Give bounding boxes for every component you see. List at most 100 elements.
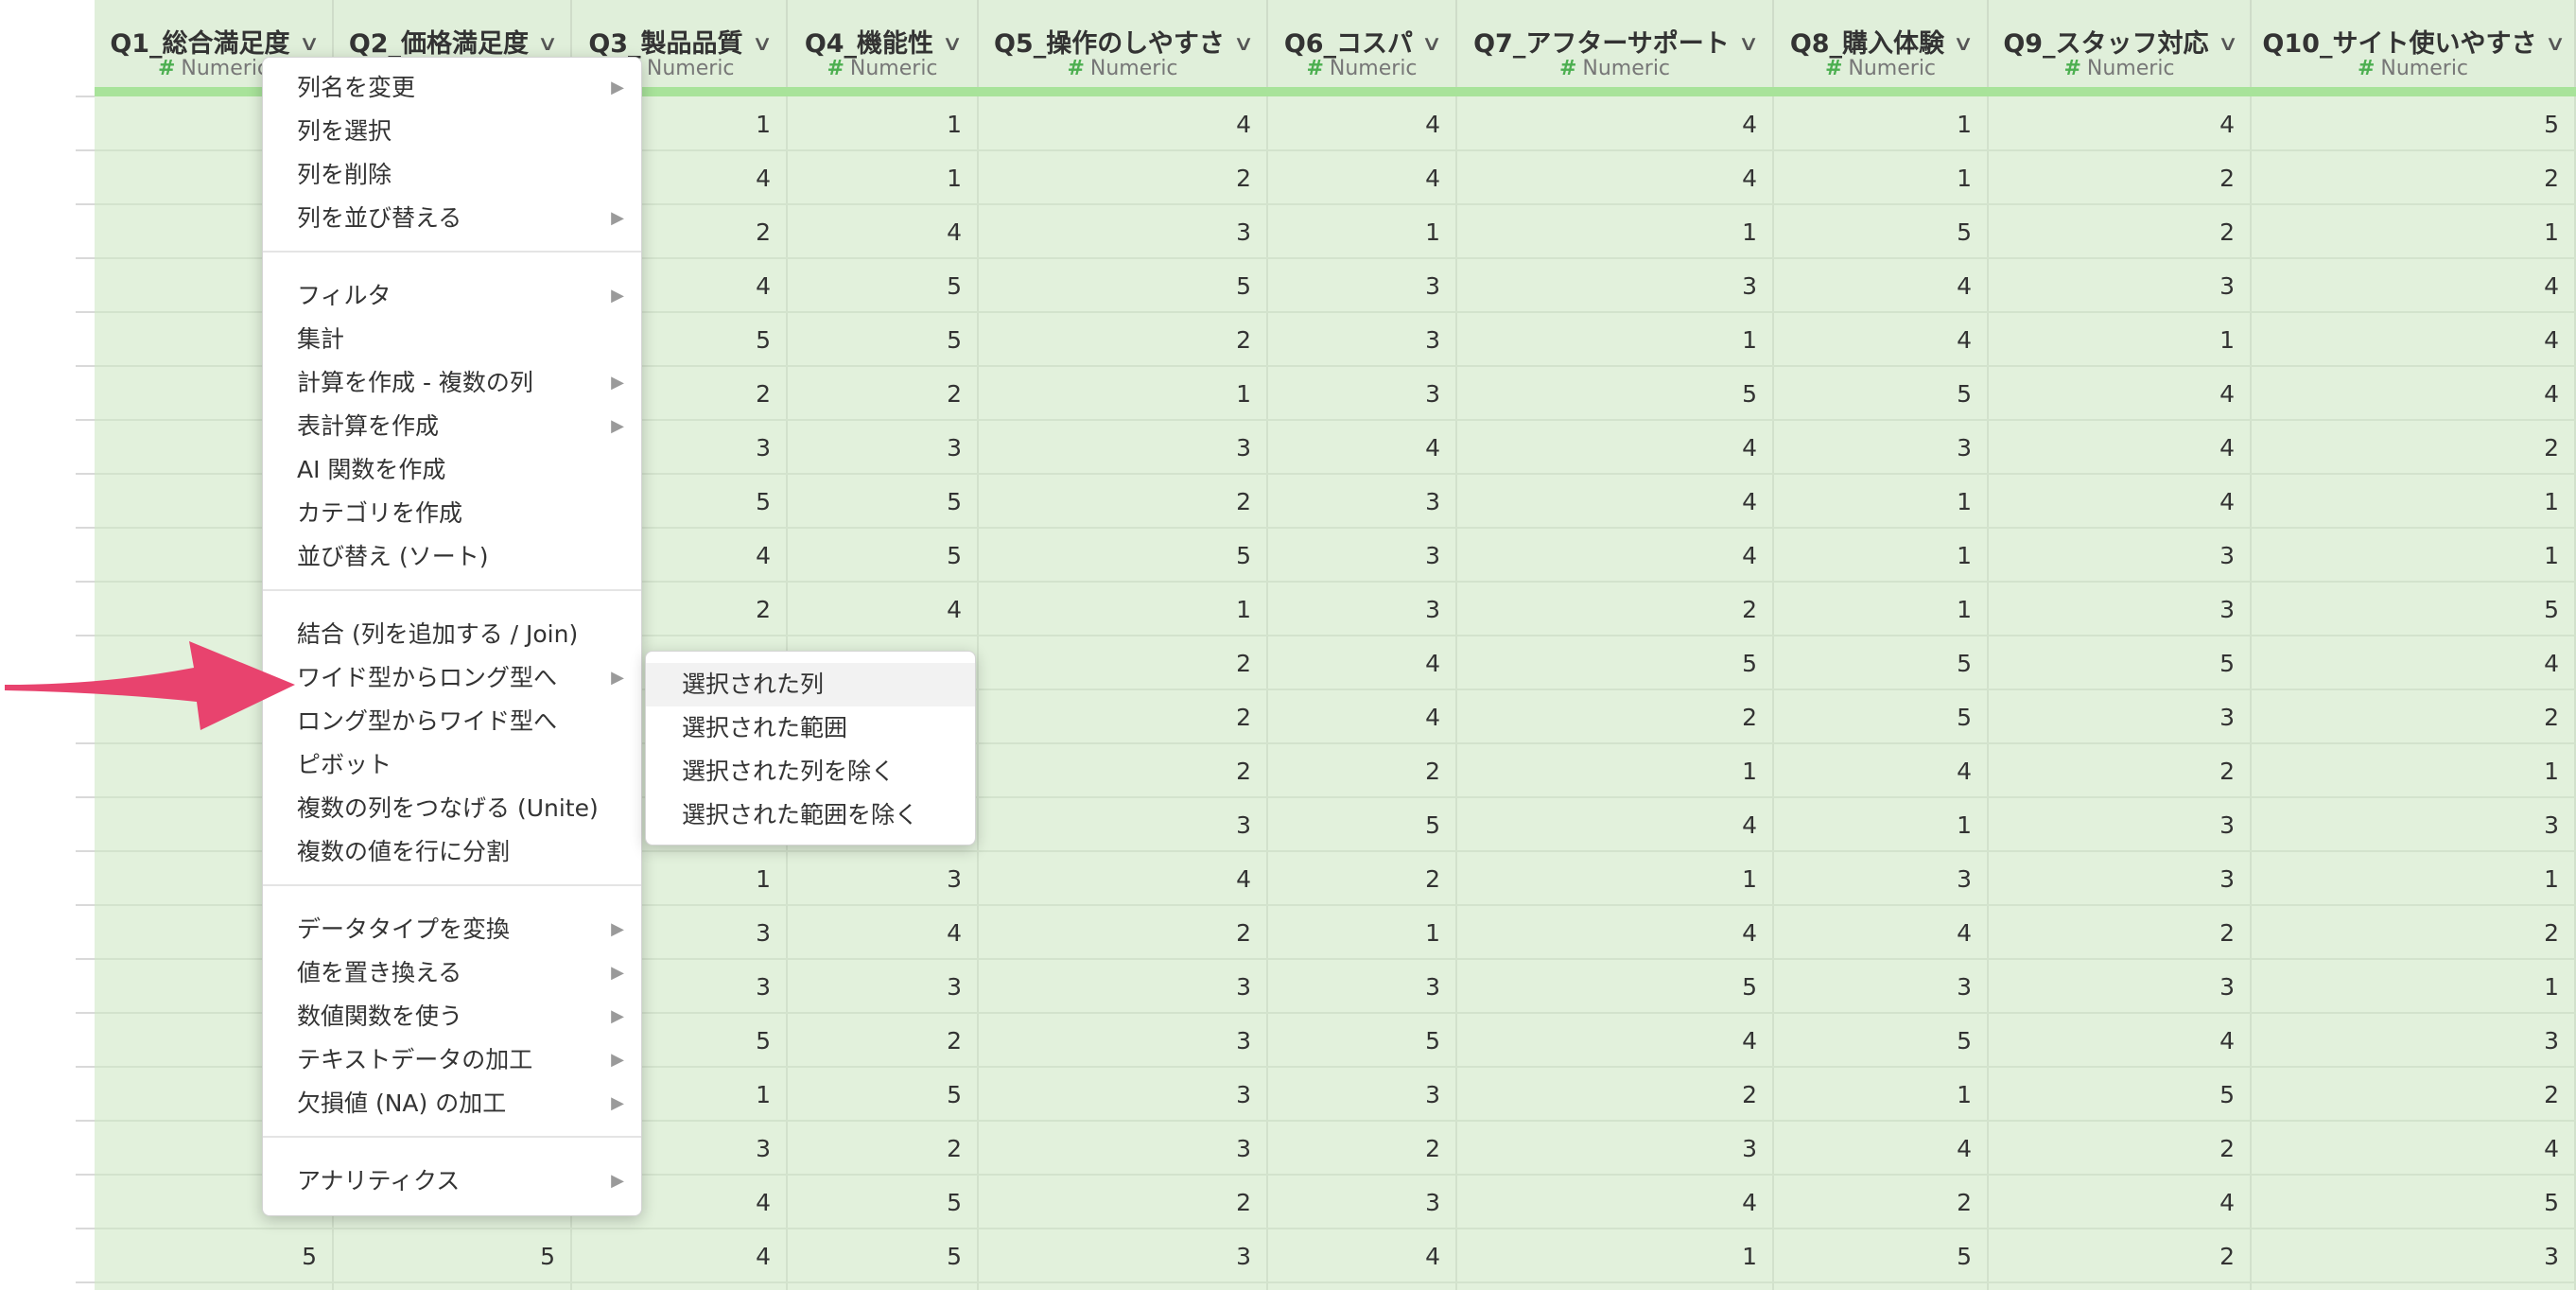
table-cell[interactable]: 3: [1957, 865, 1972, 893]
table-cell[interactable]: 3: [1742, 272, 1757, 300]
table-cell[interactable]: 2: [756, 596, 771, 623]
column-header[interactable]: Q4_機能性 ∨ # Numeric: [788, 0, 979, 91]
column-header[interactable]: Q8_購入体験 ∨ # Numeric: [1774, 0, 1989, 91]
table-cell[interactable]: 1: [1957, 165, 1972, 192]
table-cell[interactable]: 5: [1742, 380, 1757, 408]
menu-item[interactable]: 数値関数を使う ▶: [263, 996, 641, 1037]
table-cell[interactable]: 3: [2544, 1027, 2559, 1055]
table-cell[interactable]: 2: [1425, 758, 1440, 785]
column-header-title[interactable]: Q8_購入体験 ∨: [1774, 23, 1987, 60]
table-cell[interactable]: 4: [1742, 165, 1757, 192]
table-cell[interactable]: 3: [756, 1135, 771, 1162]
menu-item[interactable]: 複数の値を行に分割: [263, 831, 641, 873]
table-cell[interactable]: 1: [1957, 811, 1972, 839]
table-cell[interactable]: 1: [1236, 380, 1251, 408]
table-cell[interactable]: 2: [1957, 1189, 1972, 1216]
table-cell[interactable]: 3: [1236, 434, 1251, 462]
table-cell[interactable]: 5: [1425, 1027, 1440, 1055]
table-cell[interactable]: 5: [756, 1027, 771, 1055]
table-cell[interactable]: 1: [756, 1081, 771, 1108]
menu-item[interactable]: データタイプを変換 ▶: [263, 909, 641, 950]
submenu-item[interactable]: 選択された範囲: [646, 706, 975, 750]
table-cell[interactable]: 4: [1236, 865, 1251, 893]
table-cell[interactable]: 4: [1957, 1135, 1972, 1162]
table-cell[interactable]: 4: [1742, 919, 1757, 947]
chevron-down-icon[interactable]: ∨: [1233, 32, 1255, 56]
table-cell[interactable]: 5: [1425, 811, 1440, 839]
table-cell[interactable]: 3: [1425, 326, 1440, 354]
submenu-item[interactable]: 選択された範囲を除く: [646, 793, 975, 837]
table-cell[interactable]: 1: [1957, 488, 1972, 515]
table-cell[interactable]: 4: [1425, 434, 1440, 462]
table-cell[interactable]: 4: [1425, 704, 1440, 731]
table-cell[interactable]: 3: [1425, 272, 1440, 300]
table-cell[interactable]: 2: [2544, 165, 2559, 192]
table-cell[interactable]: 4: [1425, 165, 1440, 192]
menu-item[interactable]: ワイド型からロング型へ ▶: [263, 657, 641, 699]
table-cell[interactable]: 1: [2544, 865, 2559, 893]
table-cell[interactable]: 4: [1957, 919, 1972, 947]
table-cell[interactable]: 1: [2219, 326, 2235, 354]
table-cell[interactable]: 4: [2544, 1135, 2559, 1162]
column-header-title[interactable]: Q7_アフターサポート ∨: [1457, 23, 1772, 60]
table-cell[interactable]: 3: [1236, 218, 1251, 246]
menu-item[interactable]: 列名を変更 ▶: [263, 67, 641, 109]
table-cell[interactable]: 3: [1425, 1189, 1440, 1216]
table-cell[interactable]: 3: [1236, 1027, 1251, 1055]
table-cell[interactable]: 5: [302, 1243, 317, 1270]
table-cell[interactable]: 1: [1236, 596, 1251, 623]
table-cell[interactable]: 4: [2544, 272, 2559, 300]
table-cell[interactable]: 3: [2219, 973, 2235, 1001]
chevron-down-icon[interactable]: ∨: [751, 32, 773, 56]
column-header-title[interactable]: Q6_コスパ ∨: [1268, 23, 1455, 60]
table-cell[interactable]: 5: [756, 326, 771, 354]
table-cell[interactable]: 5: [2544, 596, 2559, 623]
table-cell[interactable]: 4: [1425, 650, 1440, 677]
table-cell[interactable]: 5: [2219, 1081, 2235, 1108]
table-cell[interactable]: 3: [1236, 811, 1251, 839]
table-cell[interactable]: 4: [2219, 1027, 2235, 1055]
table-cell[interactable]: 5: [947, 1081, 962, 1108]
table-cell[interactable]: 2: [2219, 1243, 2235, 1270]
menu-item[interactable]: フィルタ ▶: [263, 275, 641, 317]
table-cell[interactable]: 4: [947, 596, 962, 623]
column-header-title[interactable]: Q10_サイト使いやすさ ∨: [2252, 23, 2574, 60]
table-cell[interactable]: 2: [947, 1135, 962, 1162]
column-header-title[interactable]: Q5_操作のしやすさ ∨: [979, 23, 1266, 60]
chevron-down-icon[interactable]: ∨: [2217, 32, 2238, 56]
chevron-down-icon[interactable]: ∨: [298, 32, 320, 56]
table-cell[interactable]: 1: [1957, 542, 1972, 569]
table-cell[interactable]: 5: [1957, 380, 1972, 408]
table-cell[interactable]: 5: [540, 1243, 555, 1270]
table-cell[interactable]: 4: [1425, 1243, 1440, 1270]
table-cell[interactable]: 2: [1742, 704, 1757, 731]
table-cell[interactable]: 4: [947, 919, 962, 947]
table-cell[interactable]: 4: [2544, 326, 2559, 354]
table-cell[interactable]: 5: [1957, 704, 1972, 731]
table-cell[interactable]: 3: [947, 973, 962, 1001]
submenu-item[interactable]: 選択された列を除く: [646, 750, 975, 793]
column-body[interactable]: [2252, 96, 2576, 1290]
table-cell[interactable]: 4: [2219, 1189, 2235, 1216]
table-cell[interactable]: 1: [1742, 865, 1757, 893]
table-cell[interactable]: 4: [2544, 380, 2559, 408]
column-body[interactable]: [1989, 96, 2252, 1290]
table-cell[interactable]: 5: [1957, 1027, 1972, 1055]
table-cell[interactable]: 1: [947, 111, 962, 138]
table-cell[interactable]: 2: [2544, 919, 2559, 947]
table-cell[interactable]: 2: [947, 380, 962, 408]
table-cell[interactable]: 5: [1957, 218, 1972, 246]
table-cell[interactable]: 2: [1742, 596, 1757, 623]
table-cell[interactable]: 2: [947, 1027, 962, 1055]
table-cell[interactable]: 2: [2219, 758, 2235, 785]
menu-item[interactable]: 列を選択: [263, 111, 641, 152]
table-cell[interactable]: 5: [2544, 1189, 2559, 1216]
table-cell[interactable]: 3: [1236, 1135, 1251, 1162]
table-cell[interactable]: 2: [1425, 865, 1440, 893]
table-cell[interactable]: 1: [756, 111, 771, 138]
table-cell[interactable]: 1: [1742, 218, 1757, 246]
table-cell[interactable]: 2: [1236, 650, 1251, 677]
column-header[interactable]: Q6_コスパ ∨ # Numeric: [1268, 0, 1457, 91]
table-cell[interactable]: 5: [1742, 650, 1757, 677]
table-cell[interactable]: 3: [2219, 865, 2235, 893]
